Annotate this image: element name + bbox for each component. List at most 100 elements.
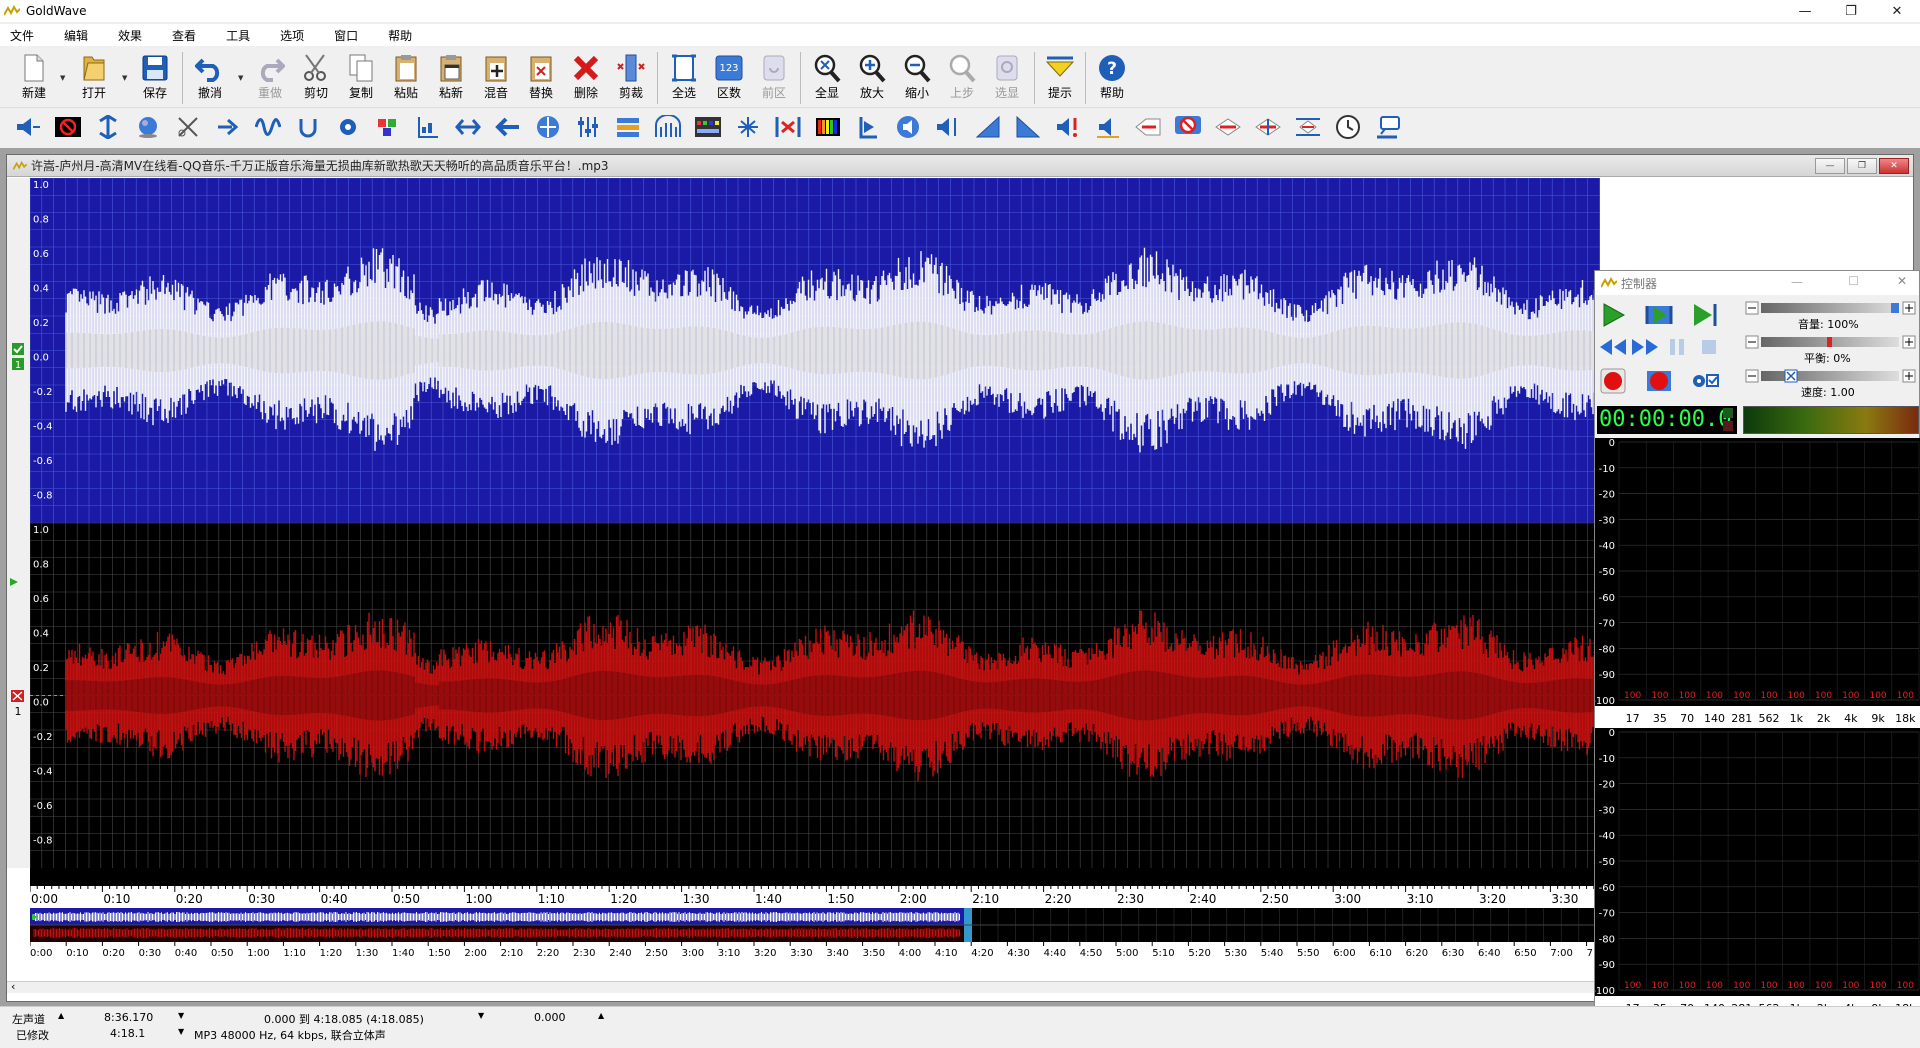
effect-swap-button[interactable]	[534, 114, 562, 140]
effect-filter-button[interactable]	[174, 114, 202, 140]
channel-dropdown-icon[interactable]: ▲	[58, 1011, 64, 1020]
effect-split-button[interactable]	[734, 114, 762, 140]
undo-button[interactable]: 撤消	[188, 50, 232, 106]
cut-button[interactable]: 剪切	[294, 50, 338, 106]
play-to-end-button[interactable]	[1689, 301, 1721, 329]
effect-alert-button[interactable]	[1054, 114, 1082, 140]
zoom-in-button[interactable]: 放大	[850, 50, 894, 106]
effect-silence-button[interactable]	[54, 114, 82, 140]
save-button[interactable]: 保存	[133, 50, 177, 106]
effect-speaker-low-button[interactable]	[1094, 114, 1122, 140]
zoom-out-button[interactable]: 缩小	[895, 50, 939, 106]
new-dropdown-arrow[interactable]: ▼	[60, 74, 65, 82]
effect-invert-button[interactable]	[774, 114, 802, 140]
controller-properties-button[interactable]	[1689, 367, 1721, 395]
effect-pan-button[interactable]	[934, 114, 962, 140]
effect-diamond-button[interactable]	[1214, 114, 1242, 140]
horizontal-scrollbar[interactable]: ‹	[7, 980, 1601, 993]
effect-diamond2-button[interactable]	[1254, 114, 1282, 140]
effect-settings-button[interactable]	[334, 114, 362, 140]
time-ruler[interactable]: 0:00 0:10 0:20 0:30 0:40 0:50 1:00 1:10 1:20 1:30…	[30, 886, 1600, 906]
minimize-button[interactable]: —	[1782, 0, 1828, 22]
show-all-button[interactable]: 全显	[805, 50, 849, 106]
effect-ramp-up-button[interactable]	[974, 114, 1002, 140]
doc-close-button[interactable]: ✕	[1879, 158, 1909, 174]
stop-button[interactable]	[1693, 333, 1725, 361]
balance-slider[interactable]	[1745, 335, 1917, 349]
paste-new-button[interactable]: 粘新	[429, 50, 473, 106]
ctrl-maximize-button[interactable]: ☐	[1848, 274, 1859, 288]
effect-sliders-button[interactable]	[574, 114, 602, 140]
doc-minimize-button[interactable]: —	[1815, 158, 1845, 174]
speed-slider[interactable]	[1745, 369, 1917, 383]
menu-view[interactable]: 查看	[170, 25, 198, 46]
menu-effects[interactable]: 效果	[116, 25, 144, 46]
effect-volume-button[interactable]	[614, 114, 642, 140]
replace-button[interactable]: 替换	[519, 50, 563, 106]
redo-button[interactable]: 重做	[248, 50, 292, 106]
play-button[interactable]	[1597, 301, 1629, 329]
status-channel[interactable]: 左声道	[12, 1011, 45, 1027]
ctrl-minimize-button[interactable]: —	[1791, 275, 1803, 289]
rewind-button[interactable]	[1597, 333, 1629, 361]
effect-tag-button[interactable]	[1134, 114, 1162, 140]
menu-edit[interactable]: 编辑	[62, 25, 90, 46]
effect-fade-in-button[interactable]	[214, 114, 242, 140]
selection-dropdown-icon[interactable]: ▼	[478, 1011, 484, 1020]
effect-reverse-button[interactable]	[14, 114, 42, 140]
scroll-left-arrow-icon[interactable]: ‹	[11, 980, 15, 993]
effect-loop-button[interactable]	[294, 114, 322, 140]
trim-button[interactable]: 剪裁	[609, 50, 653, 106]
effect-left-button[interactable]	[494, 114, 522, 140]
volume-slider[interactable]	[1745, 301, 1917, 315]
menu-window[interactable]: 窗口	[332, 25, 360, 46]
effect-spectrum-button[interactable]	[694, 114, 722, 140]
view-selection-button[interactable]: 选显	[985, 50, 1029, 106]
position-dropdown-icon[interactable]: ▲	[598, 1011, 604, 1020]
overview-waveform[interactable]	[30, 908, 1600, 942]
undo-dropdown-arrow[interactable]: ▼	[238, 74, 243, 82]
effect-maximize-button[interactable]	[94, 114, 122, 140]
menu-options[interactable]: 选项	[278, 25, 306, 46]
open-dropdown-arrow[interactable]: ▼	[122, 74, 127, 82]
record-selection-button[interactable]	[1643, 367, 1675, 395]
record-button[interactable]	[1597, 367, 1629, 395]
effect-mixer-button[interactable]	[374, 114, 402, 140]
waveform-display[interactable]: 1.0 1.0 0.8 0.8 0.6 0.6 0.4 0.4 0.2 0.2 0.0 0.0 -0.2…	[30, 178, 1600, 886]
effect-arches-button[interactable]	[654, 114, 682, 140]
effect-level-button[interactable]	[1294, 114, 1322, 140]
new-button[interactable]: 新建	[12, 50, 56, 106]
delete-button[interactable]: 删除	[564, 50, 608, 106]
previous-region-button[interactable]: 前区	[752, 50, 796, 106]
ctrl-close-button[interactable]: ✕	[1897, 274, 1907, 288]
effect-echo-button[interactable]	[134, 114, 162, 140]
paste-button[interactable]: 粘贴	[384, 50, 428, 106]
open-button[interactable]: 打开	[72, 50, 116, 106]
effect-clock-button[interactable]	[1334, 114, 1362, 140]
effect-stretch-button[interactable]	[454, 114, 482, 140]
effect-color-button[interactable]	[814, 114, 842, 140]
length-dropdown-icon[interactable]: ▼	[178, 1011, 184, 1020]
effect-no-voice-button[interactable]	[1174, 114, 1202, 140]
menu-help[interactable]: 帮助	[386, 25, 414, 46]
effect-comment-button[interactable]	[1374, 114, 1402, 140]
restore-button[interactable]: ❐	[1828, 0, 1874, 22]
select-all-button[interactable]: 全选	[662, 50, 706, 106]
previous-zoom-button[interactable]: 上步	[940, 50, 984, 106]
effect-marker-button[interactable]	[854, 114, 882, 140]
left-channel-check-icon[interactable]	[12, 343, 24, 355]
copy-button[interactable]: 复制	[339, 50, 383, 106]
effect-ramp-down-button[interactable]	[1014, 114, 1042, 140]
effect-wave-button[interactable]	[254, 114, 282, 140]
close-button[interactable]: ✕	[1874, 0, 1920, 22]
hint-button[interactable]: 提示	[1038, 50, 1082, 106]
help-button[interactable]: ? 帮助	[1090, 50, 1134, 106]
play-selection-button[interactable]	[1643, 301, 1675, 329]
format-dropdown-icon[interactable]: ▼	[178, 1027, 184, 1036]
effect-equalizer-button[interactable]	[414, 114, 442, 140]
effect-speaker-button[interactable]	[894, 114, 922, 140]
mix-button[interactable]: 混音	[474, 50, 518, 106]
region-count-button[interactable]: 123 区数	[707, 50, 751, 106]
fast-forward-button[interactable]	[1629, 333, 1661, 361]
pause-button[interactable]	[1661, 333, 1693, 361]
